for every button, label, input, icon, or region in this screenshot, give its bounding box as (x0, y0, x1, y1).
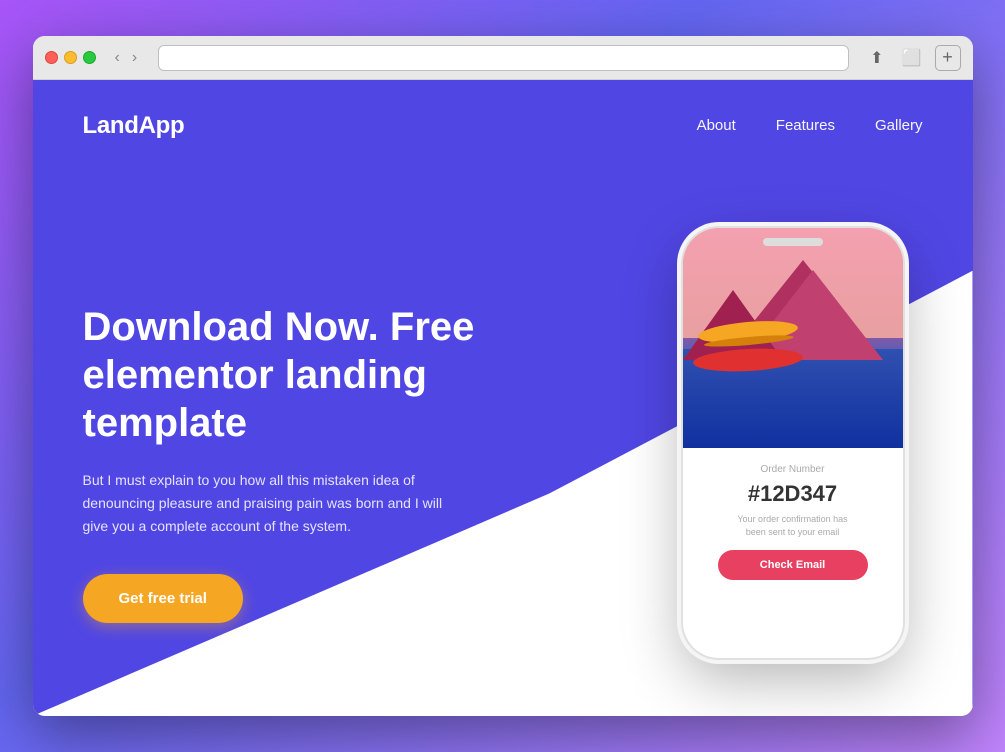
traffic-lights (45, 51, 96, 64)
nav-link-about[interactable]: About (697, 117, 736, 134)
browser-window: ‹ › ⬆ ⬜ + LandApp About Features Gallery… (33, 36, 973, 716)
expand-button[interactable]: ⬜ (897, 45, 927, 71)
browser-chrome: ‹ › ⬆ ⬜ + (33, 36, 973, 80)
address-bar[interactable] (158, 45, 849, 71)
cta-button[interactable]: Get free trial (83, 574, 243, 623)
nav-link-features[interactable]: Features (776, 117, 835, 134)
mountain-bg (683, 280, 903, 360)
nav-buttons: ‹ › (110, 47, 143, 69)
order-message: Your order confirmation has been sent to… (728, 513, 858, 538)
minimize-button[interactable] (64, 51, 77, 64)
share-button[interactable]: ⬆ (865, 45, 888, 71)
check-email-button[interactable]: Check Email (718, 550, 868, 580)
phone-mockup: Order Number #12D347 Your order confirma… (683, 228, 903, 658)
nav-links: About Features Gallery (697, 117, 923, 135)
order-number: #12D347 (748, 481, 837, 507)
site-nav: LandApp About Features Gallery (33, 80, 973, 160)
hero-title: Download Now. Free elementor landing tem… (83, 303, 503, 447)
nav-link-gallery[interactable]: Gallery (875, 117, 923, 134)
order-label: Order Number (761, 464, 825, 475)
hero-section: Download Now. Free elementor landing tem… (33, 160, 973, 716)
maximize-button[interactable] (83, 51, 96, 64)
site-logo: LandApp (83, 112, 185, 140)
phone-notch (763, 238, 823, 246)
new-tab-button[interactable]: + (935, 45, 961, 71)
forward-button[interactable]: › (127, 47, 142, 69)
phone-screen-image (683, 228, 903, 448)
website-content: LandApp About Features Gallery Download … (33, 80, 973, 716)
phone-device: Order Number #12D347 Your order confirma… (683, 228, 903, 658)
hero-description: But I must explain to you how all this m… (83, 469, 443, 538)
hero-text: Download Now. Free elementor landing tem… (83, 283, 683, 623)
close-button[interactable] (45, 51, 58, 64)
browser-actions: ⬆ ⬜ + (865, 45, 960, 71)
back-button[interactable]: ‹ (110, 47, 125, 69)
phone-content: Order Number #12D347 Your order confirma… (683, 448, 903, 658)
